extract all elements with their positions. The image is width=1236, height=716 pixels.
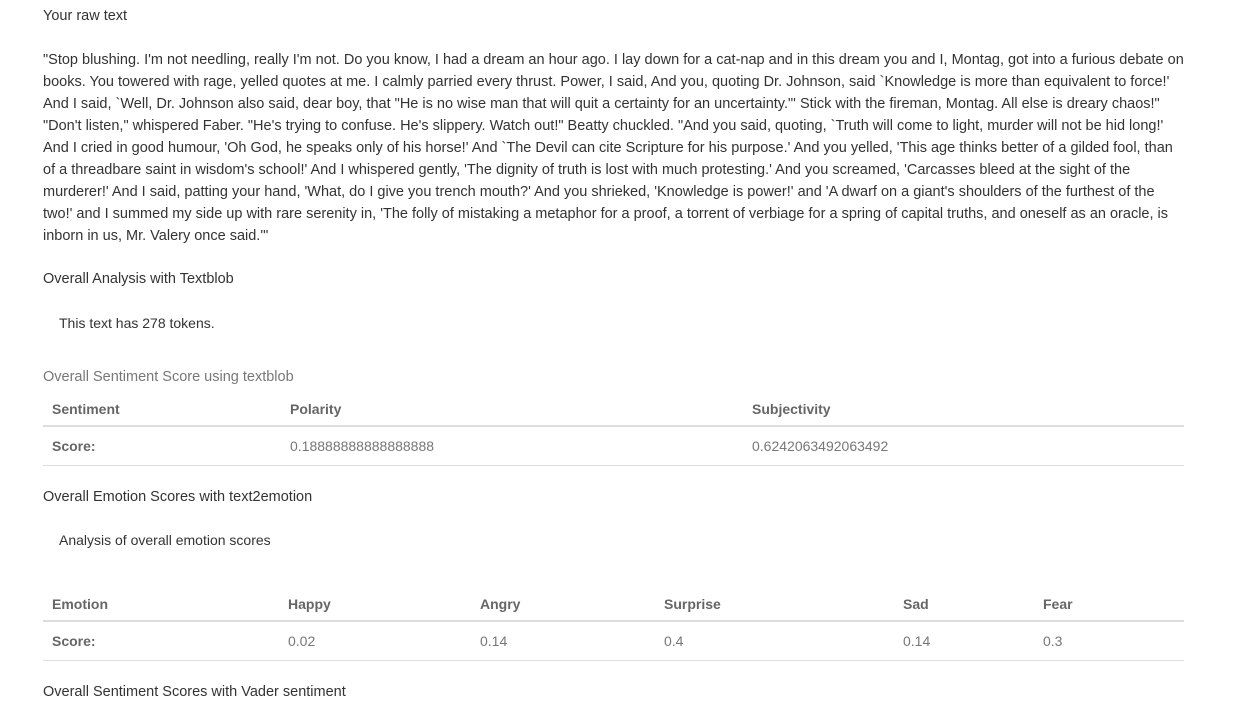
header-polarity: Polarity	[281, 393, 743, 427]
emotion-subtitle: Analysis of overall emotion scores	[59, 532, 271, 548]
token-count: This text has 278 tokens.	[59, 315, 215, 331]
sentiment-table: Sentiment Polarity Subjectivity Score: 0…	[43, 393, 1184, 466]
sentiment-table-caption: Overall Sentiment Score using textblob	[43, 369, 294, 385]
header-fear: Fear	[1034, 588, 1184, 622]
score-label: Score:	[43, 621, 279, 661]
sad-value: 0.14	[894, 621, 1034, 661]
header-surprise: Surprise	[655, 588, 894, 622]
polarity-value: 0.18888888888888888	[281, 426, 743, 466]
header-emotion: Emotion	[43, 588, 279, 622]
happy-value: 0.02	[279, 621, 471, 661]
table-header-row: Sentiment Polarity Subjectivity	[43, 393, 1184, 427]
surprise-value: 0.4	[655, 621, 894, 661]
header-happy: Happy	[279, 588, 471, 622]
subjectivity-value: 0.6242063492063492	[743, 426, 1184, 466]
header-subjectivity: Subjectivity	[743, 393, 1184, 427]
raw-text-heading: Your raw text	[43, 8, 128, 24]
table-header-row: Emotion Happy Angry Surprise Sad Fear	[43, 588, 1184, 622]
header-angry: Angry	[471, 588, 655, 622]
emotion-heading: Overall Emotion Scores with text2emotion	[43, 489, 313, 505]
emotion-table: Emotion Happy Angry Surprise Sad Fear Sc…	[43, 588, 1184, 661]
analysis-heading: Overall Analysis with Textblob	[43, 271, 234, 287]
fear-value: 0.3	[1034, 621, 1184, 661]
vader-heading: Overall Sentiment Scores with Vader sent…	[43, 684, 346, 700]
header-sad: Sad	[894, 588, 1034, 622]
table-row: Score: 0.02 0.14 0.4 0.14 0.3	[43, 621, 1184, 661]
raw-text-body: "Stop blushing. I'm not needling, really…	[43, 52, 1184, 244]
score-label: Score:	[43, 426, 281, 466]
header-sentiment: Sentiment	[43, 393, 281, 427]
angry-value: 0.14	[471, 621, 655, 661]
table-row: Score: 0.18888888888888888 0.62420634920…	[43, 426, 1184, 466]
